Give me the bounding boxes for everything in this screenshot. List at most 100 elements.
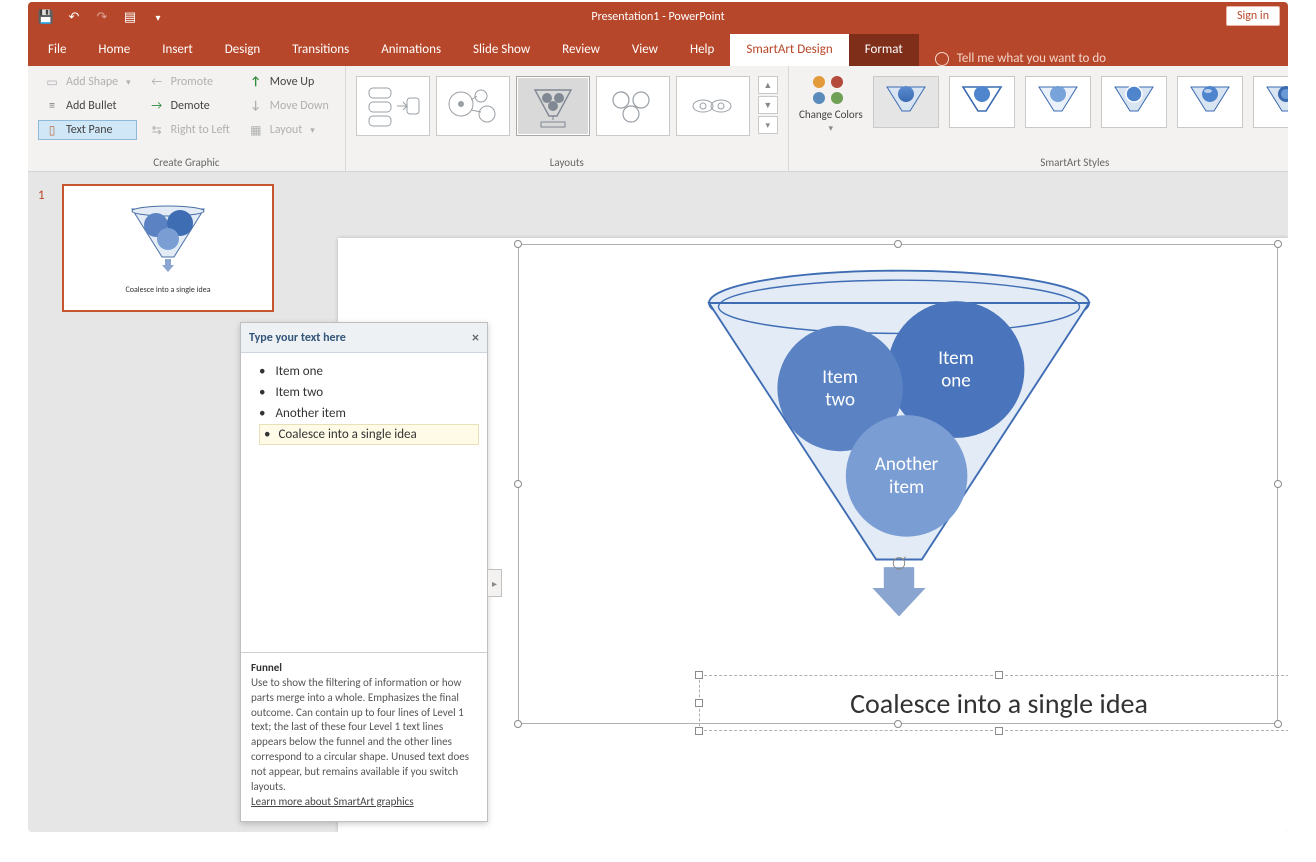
save-icon[interactable]: 💾 <box>38 9 54 25</box>
arrow-up-icon <box>248 74 264 90</box>
coalesce-text: Coalesce into a single idea <box>850 686 1148 721</box>
redo-icon[interactable]: ↷ <box>94 9 110 25</box>
style-thumb-3[interactable] <box>1025 76 1091 128</box>
text-pane-desc-body: Use to show the filtering of information… <box>251 676 469 793</box>
move-down-button[interactable]: Move Down <box>242 96 335 116</box>
layout-thumb-funnel[interactable] <box>516 76 590 136</box>
tab-smartart-design[interactable]: SmartArt Design <box>730 34 848 66</box>
sign-in-button[interactable]: Sign in <box>1226 6 1280 26</box>
bullet-icon <box>44 98 60 114</box>
move-up-button[interactable]: Move Up <box>242 72 335 92</box>
learn-more-link[interactable]: Learn more about SmartArt graphics <box>251 795 414 808</box>
group-label-layouts: Layouts <box>356 154 778 169</box>
text-pane-icon <box>44 122 60 138</box>
group-create-graphic: Add Shape▾ Add Bullet Text Pane Promote … <box>28 66 346 171</box>
layout-thumb-4[interactable] <box>596 76 670 136</box>
lightbulb-icon <box>935 52 949 66</box>
tab-insert[interactable]: Insert <box>146 34 209 66</box>
arrow-down-icon <box>248 98 264 114</box>
resize-handle[interactable] <box>995 671 1003 679</box>
resize-handle[interactable] <box>695 727 703 735</box>
title-bar: 💾 ↶ ↷ ▤ ▾ Presentation1 - PowerPoint Sig… <box>28 2 1288 32</box>
workspace: 1 Coalesce into a single idea <box>28 174 1288 832</box>
tab-help[interactable]: Help <box>674 34 730 66</box>
text-pane-description: Funnel Use to show the filtering of info… <box>241 653 487 817</box>
resize-handle[interactable] <box>514 240 522 248</box>
text-pane-item[interactable]: Item one <box>259 361 479 382</box>
smartart-selection-frame[interactable]: Itemone Itemtwo Anotheritem Coalesce int… <box>518 244 1278 724</box>
resize-handle[interactable] <box>995 727 1003 735</box>
text-pane-item-editing[interactable]: Coalesce into a single idea <box>259 424 479 445</box>
tab-file[interactable]: File <box>32 34 82 66</box>
resize-handle[interactable] <box>894 240 902 248</box>
change-colors-button[interactable]: Change Colors▾ <box>799 76 863 134</box>
arrow-right-icon <box>149 98 165 114</box>
add-shape-icon <box>44 74 60 90</box>
resize-handle[interactable] <box>514 720 522 728</box>
qat-customize-icon[interactable]: ▾ <box>150 9 166 25</box>
start-slideshow-icon[interactable]: ▤ <box>122 9 138 25</box>
slide-thumbnail-1[interactable]: Coalesce into a single idea <box>62 184 274 312</box>
group-smartart-styles: Change Colors▾ ▲ ▼ ▾ SmartArt Styles <box>789 66 1288 171</box>
undo-icon[interactable]: ↶ <box>66 9 82 25</box>
layout-thumb-5[interactable] <box>676 76 750 136</box>
demote-button[interactable]: Demote <box>143 96 236 116</box>
resize-handle[interactable] <box>1274 480 1282 488</box>
promote-button[interactable]: Promote <box>143 72 236 92</box>
tell-me-search[interactable]: Tell me what you want to do <box>919 51 1106 66</box>
style-thumb-2[interactable] <box>949 76 1015 128</box>
tab-design[interactable]: Design <box>209 34 276 66</box>
resize-handle[interactable] <box>514 480 522 488</box>
svg-text:Itemone: Itemone <box>938 347 974 393</box>
layouts-more[interactable]: ▾ <box>758 116 778 134</box>
text-pane-item[interactable]: Item two <box>259 382 479 403</box>
slide-thumbnail-caption: Coalesce into a single idea <box>125 285 210 295</box>
tab-home[interactable]: Home <box>82 34 146 66</box>
add-bullet-button[interactable]: Add Bullet <box>38 96 137 116</box>
text-pane-button[interactable]: Text Pane <box>38 120 137 140</box>
text-pane-body[interactable]: Item one Item two Another item Coalesce … <box>241 353 487 653</box>
svg-text:Itemtwo: Itemtwo <box>822 366 858 412</box>
layouts-scroll-down[interactable]: ▼ <box>758 96 778 114</box>
text-pane-title: Type your text here <box>249 331 346 345</box>
tab-slideshow[interactable]: Slide Show <box>457 34 546 66</box>
style-thumb-4[interactable] <box>1101 76 1167 128</box>
window-title: Presentation1 - PowerPoint <box>28 10 1288 24</box>
close-icon[interactable]: × <box>472 329 479 346</box>
ribbon-tabs: File Home Insert Design Transitions Anim… <box>28 32 1288 66</box>
text-pane[interactable]: Type your text here × Item one Item two … <box>240 322 488 822</box>
right-to-left-button[interactable]: Right to Left <box>143 120 236 140</box>
add-shape-button[interactable]: Add Shape▾ <box>38 72 137 92</box>
funnel-smartart[interactable]: Itemone Itemtwo Anotheritem <box>659 265 1139 645</box>
group-label-create: Create Graphic <box>38 154 335 169</box>
style-thumb-1[interactable] <box>873 76 939 128</box>
slide-number: 1 <box>38 188 45 203</box>
layout-thumb-1[interactable] <box>356 76 430 136</box>
resize-handle[interactable] <box>695 699 703 707</box>
tab-transitions[interactable]: Transitions <box>276 34 365 66</box>
layout-thumb-2[interactable] <box>436 76 510 136</box>
tab-format[interactable]: Format <box>849 34 919 66</box>
resize-handle[interactable] <box>1274 240 1282 248</box>
layouts-gallery-spinner: ▲ ▼ ▾ <box>758 76 778 134</box>
coalesce-text-box[interactable]: Coalesce into a single idea <box>699 675 1288 731</box>
ribbon: Add Shape▾ Add Bullet Text Pane Promote … <box>28 66 1288 172</box>
tell-me-placeholder: Tell me what you want to do <box>957 51 1106 66</box>
text-pane-desc-title: Funnel <box>251 661 282 674</box>
text-pane-item[interactable]: Another item <box>259 403 479 424</box>
layouts-scroll-up[interactable]: ▲ <box>758 76 778 94</box>
quick-access-toolbar: 💾 ↶ ↷ ▤ ▾ <box>28 9 166 25</box>
style-thumb-5[interactable] <box>1177 76 1243 128</box>
tab-animations[interactable]: Animations <box>365 34 457 66</box>
group-layouts: ▲ ▼ ▾ Layouts <box>346 66 789 171</box>
layout-button[interactable]: Layout▾ <box>242 120 335 140</box>
tab-view[interactable]: View <box>616 34 674 66</box>
style-thumb-6[interactable] <box>1253 76 1288 128</box>
text-pane-titlebar[interactable]: Type your text here × <box>241 323 487 353</box>
layout-icon <box>248 122 264 138</box>
tab-review[interactable]: Review <box>546 34 616 66</box>
group-label-styles: SmartArt Styles <box>799 154 1288 169</box>
arrow-left-icon <box>149 74 165 90</box>
text-pane-collapse-button[interactable]: ▸ <box>488 569 502 597</box>
resize-handle[interactable] <box>695 671 703 679</box>
